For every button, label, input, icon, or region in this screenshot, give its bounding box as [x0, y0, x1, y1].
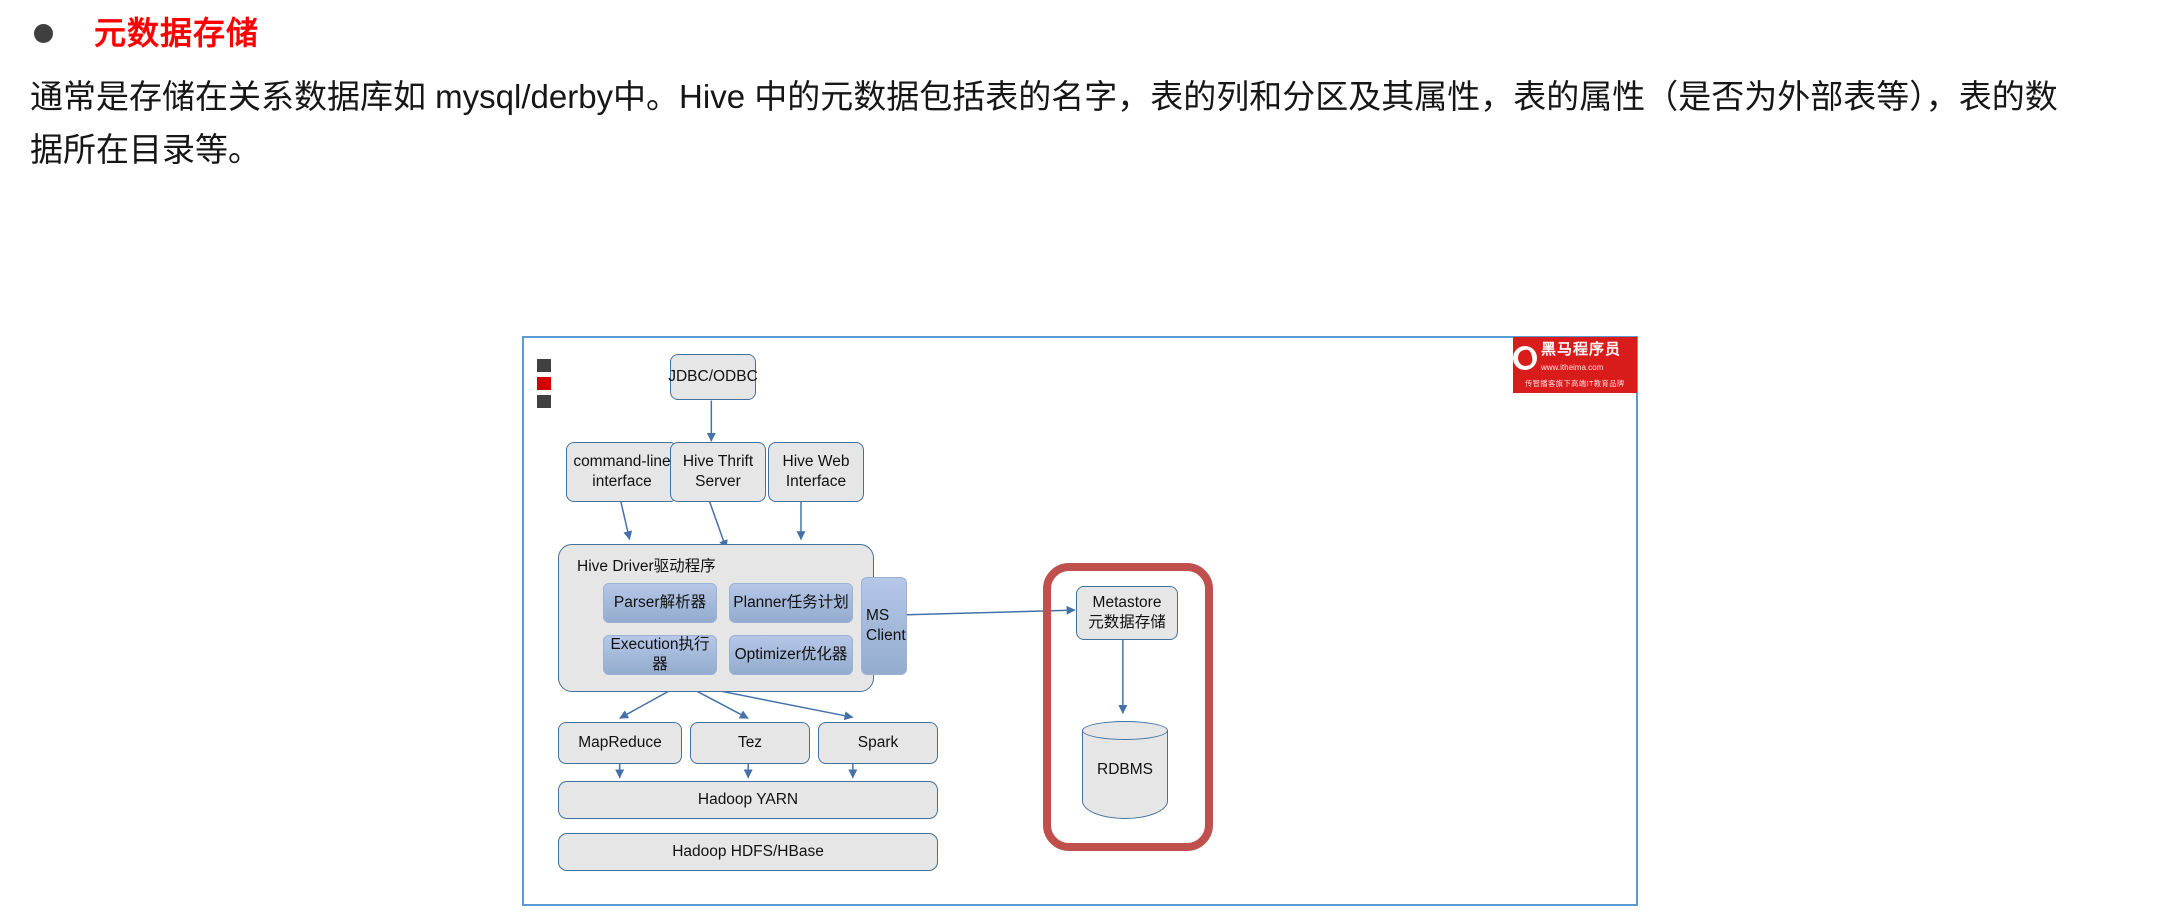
node-rdbms-cylinder[interactable]: RDBMS: [1082, 721, 1168, 819]
logo-url: www.itheima.com: [1541, 362, 1604, 372]
bullet-dot-icon: [34, 23, 53, 43]
node-thrift-label-line2: Server: [695, 473, 741, 490]
node-rdbms-label: RDBMS: [1097, 761, 1153, 778]
node-hive-driver-container[interactable]: Hive Driver驱动程序 Parser解析器 Planner任务计划 Ex…: [558, 544, 907, 692]
node-ms-client[interactable]: MS Client: [861, 577, 907, 675]
node-mapreduce-label: MapReduce: [578, 733, 662, 751]
page-title: 元数据存储: [94, 15, 260, 51]
logo-main-row: 黑马程序员 www.itheima.com: [1513, 342, 1637, 374]
logo-wordmark: 黑马程序员 www.itheima.com: [1541, 342, 1637, 374]
decorative-square-red: [537, 377, 551, 390]
node-command-line-interface[interactable]: command-line interface: [566, 442, 678, 502]
node-ms-client-label-line2: Client: [866, 627, 906, 644]
node-hadoop-yarn-label: Hadoop YARN: [697, 790, 799, 808]
node-hive-web-interface[interactable]: Hive Web Interface: [768, 442, 864, 502]
edge-thrift-to-driver: [708, 500, 728, 550]
node-jdbc-odbc[interactable]: JDBC/ODBC: [668, 354, 758, 400]
heading-row: 元数据存储: [0, 0, 2180, 56]
node-spark-label: Spark: [857, 733, 899, 751]
hive-architecture-diagram: 黑马程序员 www.itheima.com 传智播客旗下高端IT教育品牌 JDB…: [522, 336, 1638, 906]
horse-head-icon: [1513, 345, 1537, 370]
node-hadoop-hdfs-hbase-label: Hadoop HDFS/HBase: [672, 842, 824, 860]
node-thrift-label-line1: Hive Thrift: [682, 452, 754, 470]
node-metastore-label-line1: Metastore: [1092, 593, 1162, 611]
node-cli-label-line2: interface: [592, 473, 652, 490]
node-parser-label: Parser解析器: [613, 594, 707, 612]
slide-content: 元数据存储 通常是存储在关系数据库如 mysql/derby中。Hive 中的元…: [0, 0, 2180, 177]
body-paragraph: 通常是存储在关系数据库如 mysql/derby中。Hive 中的元数据包括表的…: [30, 78, 2058, 169]
node-hadoop-yarn[interactable]: Hadoop YARN: [558, 781, 938, 819]
node-parser[interactable]: Parser解析器: [603, 583, 717, 623]
edge-cli-to-driver: [619, 500, 633, 541]
decorative-square-dark-top: [537, 359, 551, 372]
node-hive-thrift-server[interactable]: Hive Thrift Server: [670, 442, 766, 502]
node-metastore[interactable]: Metastore 元数据存储: [1076, 586, 1178, 640]
node-ms-client-label-line1: MS: [866, 607, 890, 625]
node-execution-label: Execution执行器: [610, 636, 710, 673]
node-jdbc-odbc-label: JDBC/ODBC: [668, 367, 758, 385]
node-planner-label: Planner任务计划: [733, 594, 849, 612]
node-metastore-label-line2: 元数据存储: [1088, 614, 1166, 631]
node-hadoop-hdfs-hbase[interactable]: Hadoop HDFS/HBase: [558, 833, 938, 871]
node-spark[interactable]: Spark: [818, 722, 938, 764]
node-tez-label: Tez: [737, 733, 763, 751]
node-execution[interactable]: Execution执行器: [603, 635, 717, 675]
node-hive-driver-label: Hive Driver驱动程序: [577, 558, 716, 575]
node-web-label-line2: Interface: [785, 473, 847, 490]
node-tez[interactable]: Tez: [690, 722, 810, 764]
node-planner[interactable]: Planner任务计划: [729, 583, 853, 623]
itheima-logo: 黑马程序员 www.itheima.com 传智播客旗下高端IT教育品牌: [1513, 337, 1637, 393]
node-optimizer-label: Optimizer优化器: [734, 646, 848, 664]
node-web-label-line1: Hive Web: [782, 452, 850, 470]
node-mapreduce[interactable]: MapReduce: [558, 722, 682, 764]
decorative-square-stack: [537, 359, 551, 413]
node-optimizer[interactable]: Optimizer优化器: [729, 635, 853, 675]
logo-brand-name: 黑马程序员: [1541, 340, 1622, 358]
logo-tagline: 传智播客旗下高端IT教育品牌: [1525, 378, 1625, 388]
decorative-square-dark-bottom: [537, 395, 551, 408]
node-cli-label-line1: command-line: [573, 452, 671, 470]
